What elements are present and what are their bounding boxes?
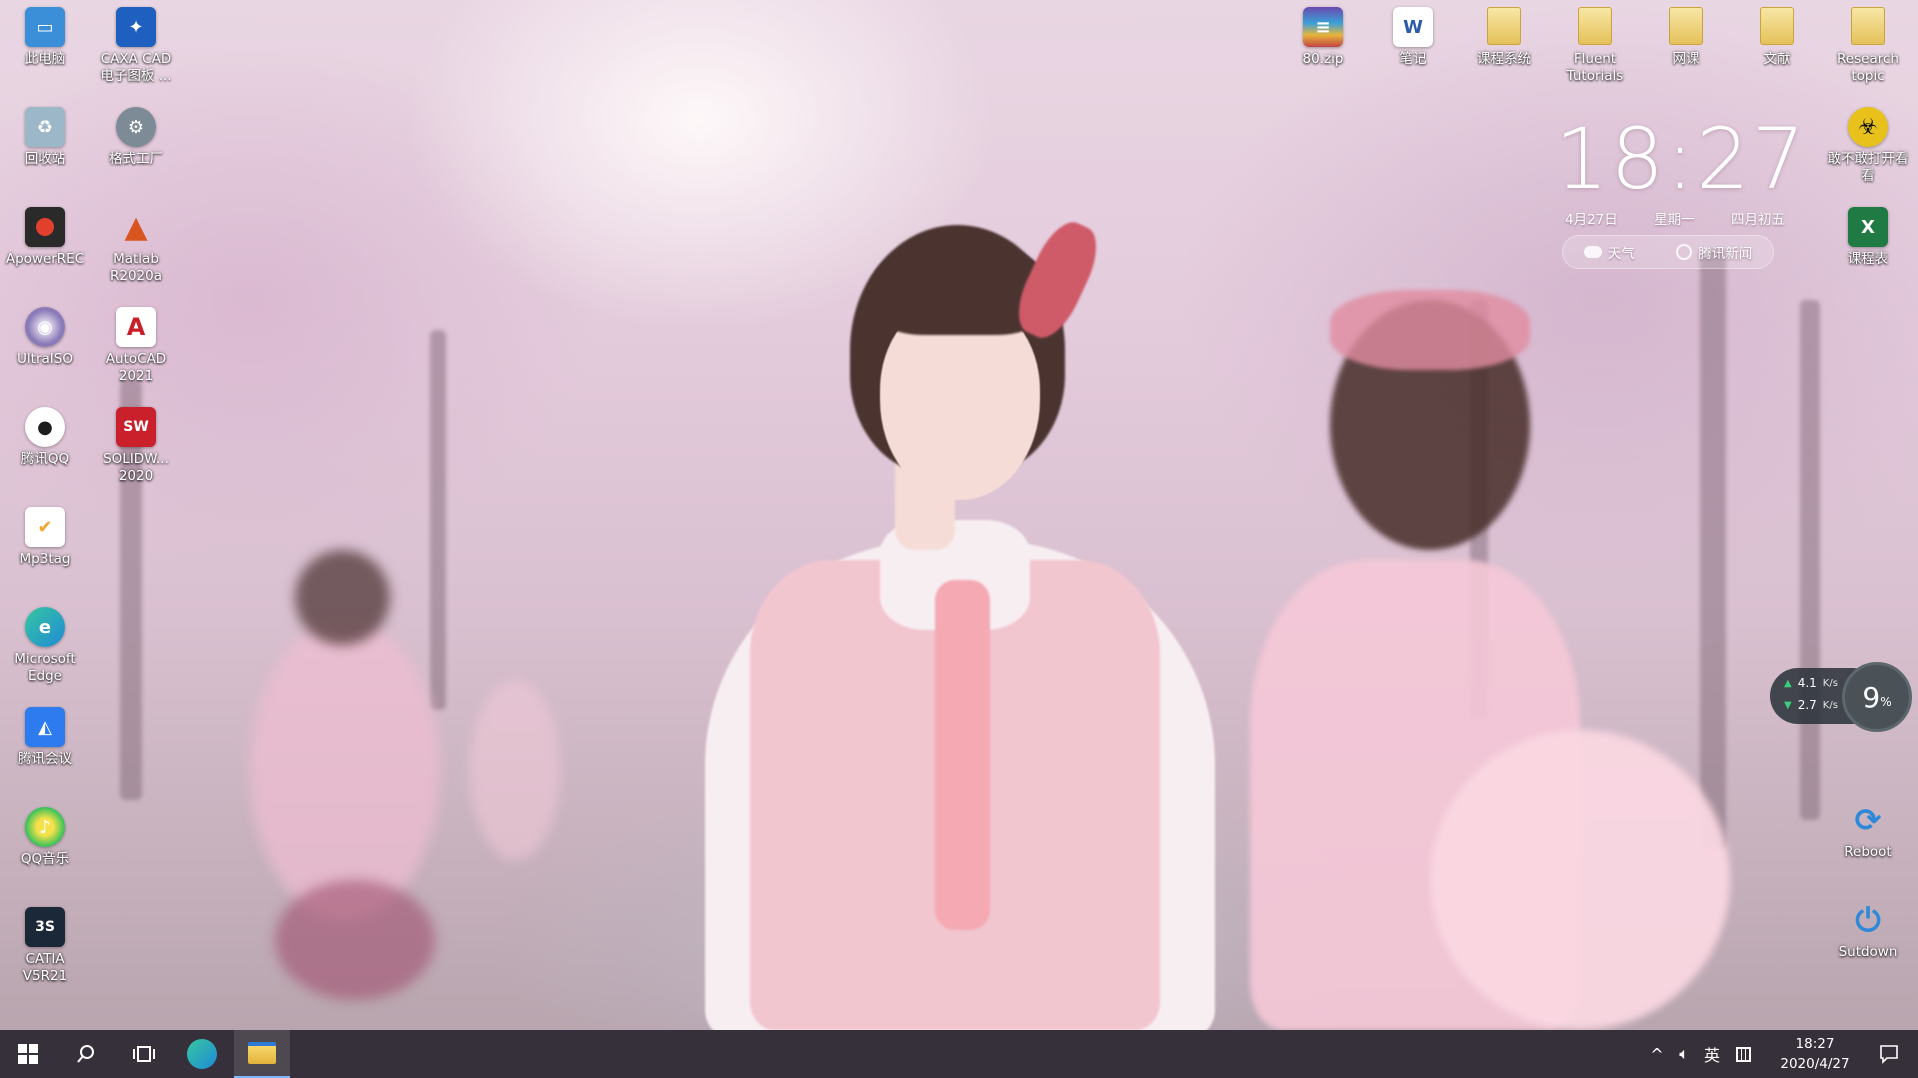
desktop-icon-literature[interactable]: 文献 bbox=[1734, 7, 1820, 68]
clock-time: 18:27 bbox=[1555, 110, 1808, 208]
desktop-icon-tencent-meeting[interactable]: ◭ 腾讯会议 bbox=[2, 707, 88, 768]
input-method-button[interactable]: 英 bbox=[1699, 1030, 1725, 1078]
show-hidden-icons-button[interactable]: ^ bbox=[1645, 1030, 1669, 1078]
clock-date: 4月27日 bbox=[1565, 212, 1618, 228]
notification-icon bbox=[1880, 1045, 1898, 1064]
folder-icon bbox=[1760, 7, 1794, 45]
desktop-icon-80-zip[interactable]: ≡ 80.zip bbox=[1280, 7, 1366, 68]
desktop-icon-microsoft-edge[interactable]: e Microsoft Edge bbox=[2, 607, 88, 685]
autocad-icon: A bbox=[116, 307, 156, 347]
search-button[interactable] bbox=[58, 1030, 114, 1078]
edge-icon: e bbox=[25, 607, 65, 647]
desktop-icon-recycle-bin[interactable]: ♻ 回收站 bbox=[2, 107, 88, 168]
desktop-icon-caxa-cad[interactable]: ✦ CAXA CAD 电子图板 ... bbox=[93, 7, 179, 85]
desktop-icon-ultraiso[interactable]: ◉ UltraISO bbox=[2, 307, 88, 368]
folder-icon bbox=[1578, 7, 1612, 45]
keyboard-grid-icon bbox=[1735, 1046, 1751, 1062]
desktop-icon-shutdown[interactable]: ⏻ Sutdown bbox=[1825, 900, 1911, 961]
chevron-up-icon: ^ bbox=[1650, 1044, 1664, 1064]
matlab-icon: ▲ bbox=[124, 209, 148, 245]
taskbar-clock[interactable]: 18:27 2020/4/27 bbox=[1760, 1034, 1870, 1074]
excel-icon: X bbox=[1848, 207, 1888, 247]
speaker-icon: 🔈︎ bbox=[1679, 1044, 1689, 1063]
cloud-icon bbox=[1583, 246, 1602, 258]
clock-lunar-date: 四月初五 bbox=[1731, 212, 1785, 228]
desktop-icon-dare-open[interactable]: ☣ 敢不敢打开看 看 bbox=[1825, 107, 1911, 185]
desktop-icon-mp3tag[interactable]: ✔ Mp3tag bbox=[2, 507, 88, 568]
word-document-icon: W bbox=[1393, 7, 1433, 47]
taskbar-time: 18:27 bbox=[1795, 1036, 1835, 1052]
desktop-icon-research-topic[interactable]: Research topic bbox=[1825, 7, 1911, 85]
desktop-icon-notes[interactable]: W 笔记 bbox=[1370, 7, 1456, 68]
file-explorer-button[interactable] bbox=[234, 1030, 290, 1078]
weather-link[interactable]: 天气 bbox=[1583, 242, 1635, 262]
folder-icon bbox=[1487, 7, 1521, 45]
news-link[interactable]: 腾讯新闻 bbox=[1676, 242, 1752, 262]
desktop-icon-fluent-tutorials[interactable]: Fluent Tutorials bbox=[1552, 7, 1638, 85]
desktop-icon-catia[interactable]: 3S CATIA V5R21 bbox=[2, 907, 88, 985]
qq-music-icon: ♪ bbox=[25, 807, 65, 847]
upload-arrow-icon: ▲ bbox=[1784, 677, 1792, 689]
desktop-icon-qq-music[interactable]: ♪ QQ音乐 bbox=[2, 807, 88, 868]
upload-speed: ▲ 4.1 K/s bbox=[1784, 676, 1838, 690]
ultraiso-icon: ◉ bbox=[25, 307, 65, 347]
caxa-icon: ✦ bbox=[116, 7, 156, 47]
desktop-icon-apowerrec[interactable]: ApowerREC bbox=[2, 207, 88, 268]
desktop-icon-tencent-qq[interactable]: ● 腾讯QQ bbox=[2, 407, 88, 468]
tencent-meeting-icon: ◭ bbox=[25, 707, 65, 747]
desktop-icon-reboot[interactable]: ⟳ Reboot bbox=[1825, 800, 1911, 861]
reboot-icon: ⟳ bbox=[1854, 801, 1882, 839]
folder-icon bbox=[1851, 7, 1885, 45]
clock-links-pill: 天气 腾讯新闻 bbox=[1562, 235, 1774, 269]
recycle-bin-icon: ♻ bbox=[25, 107, 65, 147]
biohazard-icon: ☣ bbox=[1848, 107, 1888, 147]
clock-date-row: 4月27日 星期一 四月初五 bbox=[1565, 208, 1785, 228]
action-center-button[interactable] bbox=[1866, 1030, 1912, 1078]
apowerrec-icon bbox=[25, 207, 65, 247]
volume-button[interactable]: 🔈︎ bbox=[1672, 1030, 1696, 1078]
task-view-icon bbox=[133, 1046, 155, 1062]
news-icon bbox=[1676, 244, 1693, 260]
clock-weekday: 星期一 bbox=[1654, 212, 1695, 228]
catia-icon: 3S bbox=[25, 907, 65, 947]
folder-icon bbox=[248, 1042, 276, 1064]
desktop-icon-online-courses[interactable]: 网课 bbox=[1643, 7, 1729, 68]
download-speed: ▼ 2.7 K/s bbox=[1784, 698, 1838, 712]
solidworks-icon: SW bbox=[116, 407, 156, 447]
qq-penguin-icon: ● bbox=[25, 407, 65, 447]
power-icon: ⏻ bbox=[1855, 900, 1881, 939]
format-factory-icon: ⚙ bbox=[116, 107, 156, 147]
desktop-icon-course-system[interactable]: 课程系统 bbox=[1461, 7, 1547, 68]
desktop-icon-solidworks[interactable]: SW SOLIDW... 2020 bbox=[93, 407, 179, 485]
winrar-archive-icon: ≡ bbox=[1303, 7, 1343, 47]
taskbar: ^ 🔈︎ 英 18:27 2020/4/27 bbox=[0, 1030, 1918, 1078]
desktop-icon-this-pc[interactable]: ▭ 此电脑 bbox=[2, 7, 88, 68]
folder-icon bbox=[1669, 7, 1703, 45]
ime-mode-button[interactable] bbox=[1730, 1030, 1756, 1078]
desktop-icon-timetable[interactable]: X 课程表 bbox=[1825, 207, 1911, 268]
windows-logo-icon bbox=[18, 1044, 38, 1064]
computer-icon: ▭ bbox=[25, 7, 65, 47]
mp3tag-icon: ✔ bbox=[25, 507, 65, 547]
search-icon bbox=[77, 1045, 94, 1063]
edge-icon bbox=[187, 1039, 217, 1069]
download-arrow-icon: ▼ bbox=[1784, 699, 1792, 711]
task-view-button[interactable] bbox=[116, 1030, 172, 1078]
edge-taskbar-button[interactable] bbox=[174, 1030, 230, 1078]
desktop-icon-autocad[interactable]: A AutoCAD 2021 bbox=[93, 307, 179, 385]
desktop-icon-format-factory[interactable]: ⚙ 格式工厂 bbox=[93, 107, 179, 168]
taskbar-date: 2020/4/27 bbox=[1780, 1056, 1850, 1072]
cpu-usage-gauge[interactable]: 9% bbox=[1842, 662, 1912, 732]
desktop-icon-matlab[interactable]: ▲ Matlab R2020a bbox=[93, 207, 179, 285]
start-button[interactable] bbox=[0, 1030, 56, 1078]
